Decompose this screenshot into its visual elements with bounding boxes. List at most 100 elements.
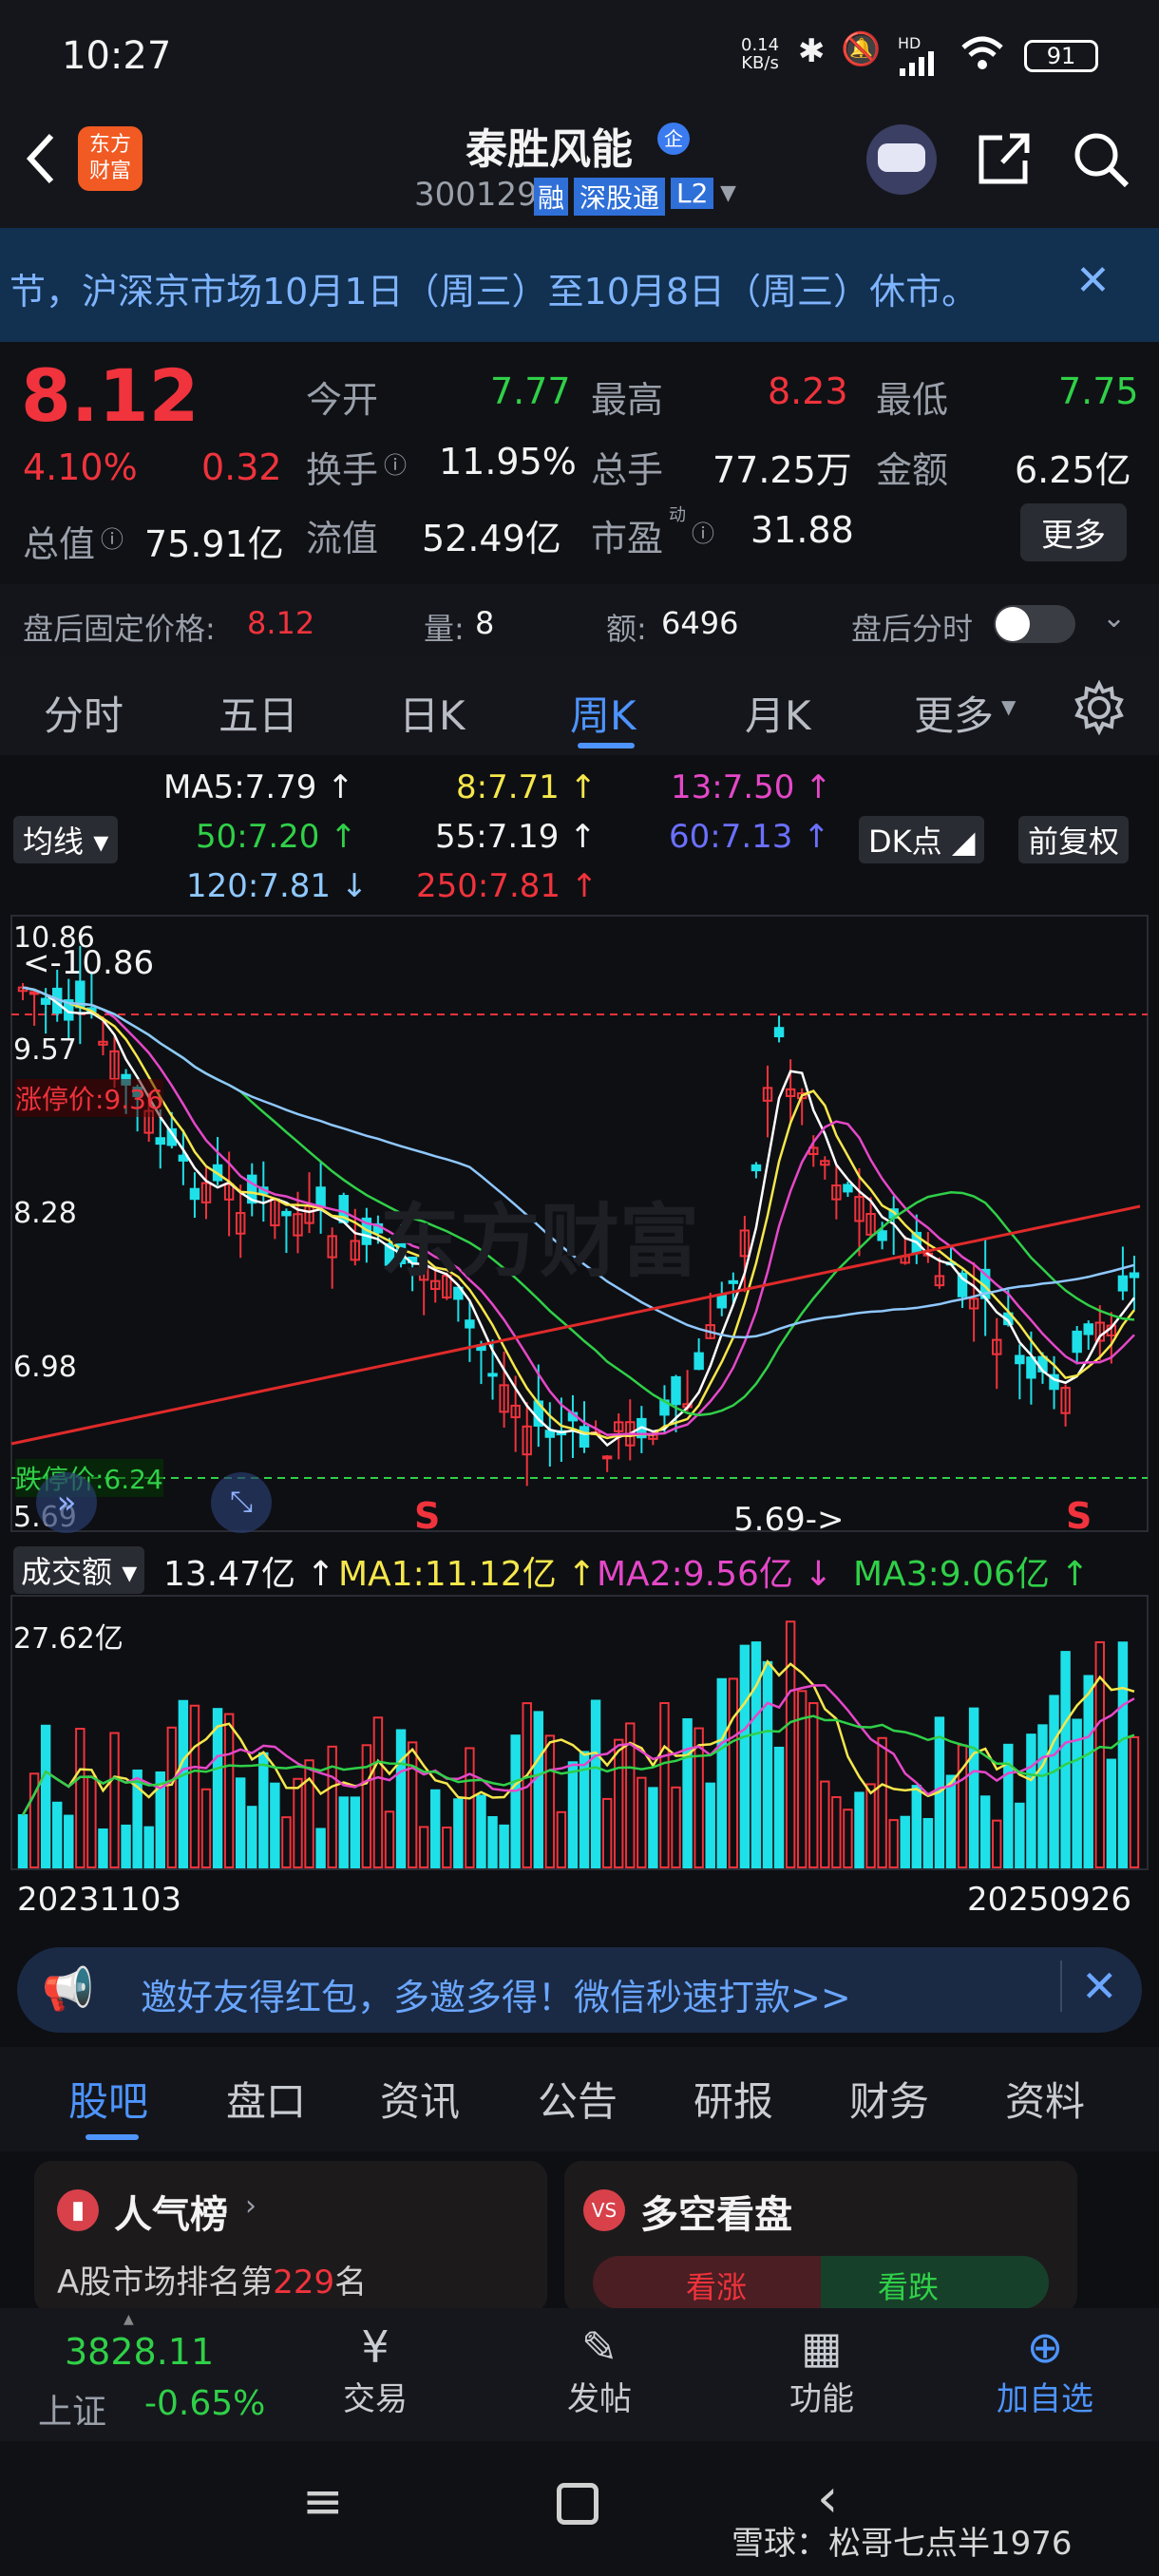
volume-plot [10, 1595, 1149, 1870]
volume-selector[interactable]: 成交额 ▾ [13, 1546, 145, 1594]
candle-body [487, 1373, 498, 1377]
volume-bar [407, 1741, 418, 1868]
nav-add-watchlist[interactable]: ⊕ 加自选 [978, 2321, 1112, 2435]
high-label: 最高 [591, 379, 664, 421]
menu-icon[interactable]: ≡ [302, 2473, 344, 2530]
megaphone-icon: 📢 [42, 1965, 94, 2014]
index-ticker[interactable]: ▲ 3828.11 上证 -0.65% [0, 2308, 276, 2441]
volume-chart[interactable]: 27.62亿 [0, 1594, 1159, 1871]
pe-label: 市盈 [591, 518, 664, 559]
candle-body [189, 1187, 200, 1201]
fullscreen-icon[interactable]: ⤡ [211, 1472, 272, 1533]
candle-body [1072, 1330, 1082, 1354]
volume-bar [304, 1759, 314, 1869]
dk-point-button[interactable]: DK点 ◢ [859, 816, 985, 863]
low-label: 最低 [876, 379, 949, 421]
dropdown-caret-icon[interactable]: ▼ [1001, 695, 1016, 718]
tab-forum[interactable]: 股吧 [68, 2070, 148, 2128]
more-button[interactable]: 更多 [1020, 503, 1127, 561]
after-hours-volume-label: 量: [424, 611, 465, 647]
tab-research[interactable]: 研报 [694, 2070, 773, 2128]
ma-selector[interactable]: 均线 ▾ [13, 816, 119, 863]
volume-bar [900, 1815, 910, 1868]
low-marker: 5.69-> [733, 1501, 845, 1539]
volume-bar [968, 1707, 979, 1868]
popularity-card[interactable]: ▮ 人气榜 › A股市场排名第229名 [34, 2161, 547, 2313]
sentiment-card[interactable]: VS 多空看盘 看涨 看跌 [564, 2161, 1077, 2313]
tab-profile[interactable]: 资料 [1005, 2070, 1085, 2128]
settings-gear-icon[interactable] [1072, 680, 1127, 735]
volume-bar [247, 1806, 257, 1868]
back-arrow-icon[interactable] [21, 130, 59, 187]
volume-bar [843, 1809, 853, 1869]
chart-tabs: 分时 五日 日K 周K 月K 更多 ▼ [0, 655, 1159, 755]
nav-functions[interactable]: ▦ 功能 [770, 2321, 874, 2435]
candle-body [1129, 1272, 1140, 1279]
pe-superscript: 动 [669, 505, 686, 525]
volume-bar [1106, 1758, 1117, 1869]
stock-connect-tag: 深股通 [574, 178, 666, 216]
volume-bar [235, 1777, 246, 1868]
info-icon[interactable]: ⓘ [384, 446, 407, 480]
bearish-button[interactable]: 看跌 [821, 2256, 1049, 2309]
invite-banner[interactable]: 📢 邀好友得红包，多邀多得！微信秒速打款>> ✕ [17, 1947, 1142, 2033]
candle-body [750, 1164, 762, 1172]
tab-more[interactable]: 更多 [914, 684, 994, 742]
close-icon[interactable]: ✕ [1060, 1960, 1118, 2012]
volume-bar [98, 1828, 108, 1868]
expand-left-icon[interactable]: » [36, 1472, 97, 1533]
tab-daily-k[interactable]: 日K [399, 684, 466, 742]
candle-body [694, 1352, 704, 1371]
volume-legend: 成交额 ▾ 13.47亿 ↑ MA1:11.12亿 ↑ MA2:9.56亿 ↓ … [0, 1539, 1159, 1594]
tab-announcements[interactable]: 公告 [538, 2070, 618, 2128]
tab-monthly-k[interactable]: 月K [745, 684, 811, 742]
volume-bar [51, 1801, 63, 1869]
chart-watermark: 东方财富 [380, 1195, 700, 1288]
volume-bar [854, 1791, 864, 1868]
volume-bar [877, 1736, 887, 1868]
tab-weekly-k[interactable]: 周K [570, 684, 636, 742]
system-nav-bar: ≡ ‹ 雪球：松哥七点半1976 [0, 2441, 1159, 2576]
home-icon[interactable] [557, 2483, 598, 2525]
chevron-down-icon[interactable]: ⌄ [1102, 601, 1126, 635]
sell-signal-marker: S [414, 1495, 441, 1537]
nav-post[interactable]: ✎ 发帖 [547, 2321, 652, 2435]
tab-news[interactable]: 资讯 [380, 2070, 460, 2128]
volume-bar [979, 1795, 991, 1868]
level2-tag[interactable]: L2 [671, 178, 714, 209]
kline-chart[interactable]: 东方财富 10.86 <-10.86 9.57 涨停价:9.36 8.28 6.… [0, 912, 1159, 1539]
search-icon[interactable] [1072, 130, 1132, 191]
axis-tick-2: 9.57 [13, 1033, 77, 1067]
volume-bar [418, 1826, 429, 1868]
candle-body [877, 1230, 887, 1241]
ai-assistant-icon[interactable] [866, 124, 937, 195]
close-icon[interactable]: ✕ [1075, 256, 1111, 305]
volume-value: 77.25万 [712, 449, 852, 491]
net-speed: 0.14 KB/s [741, 35, 780, 73]
volume-bar [40, 1724, 51, 1868]
tab-intraday[interactable]: 分时 [44, 684, 124, 742]
amount-value: 6.25亿 [1015, 449, 1131, 491]
share-icon[interactable] [974, 128, 1035, 189]
nav-trade[interactable]: ¥ 交易 [323, 2321, 428, 2435]
dropdown-caret-icon[interactable]: ▼ [720, 181, 736, 205]
tab-financials[interactable]: 财务 [849, 2070, 929, 2128]
index-name: 上证 [38, 2393, 107, 2432]
volume-bar [808, 1702, 819, 1868]
tab-order-book[interactable]: 盘口 [226, 2070, 306, 2128]
candle-body [465, 1319, 475, 1329]
ma13-value: 13:7.50 ↑ [671, 768, 832, 806]
bullish-button[interactable]: 看涨 [593, 2256, 821, 2309]
volume-bar [716, 1677, 727, 1868]
volume-bar [178, 1699, 189, 1868]
info-icon[interactable]: ⓘ [692, 515, 714, 548]
info-icon[interactable]: ⓘ [101, 521, 124, 554]
change-amount: 0.32 [201, 446, 282, 488]
candle-body [716, 1294, 727, 1309]
volume-bar [1026, 1733, 1036, 1868]
adjust-button[interactable]: 前复权 [1018, 816, 1130, 863]
volume-bar [762, 1660, 773, 1868]
volume-bar [945, 1774, 957, 1868]
tab-five-day[interactable]: 五日 [218, 684, 298, 742]
after-hours-toggle[interactable] [994, 605, 1075, 643]
